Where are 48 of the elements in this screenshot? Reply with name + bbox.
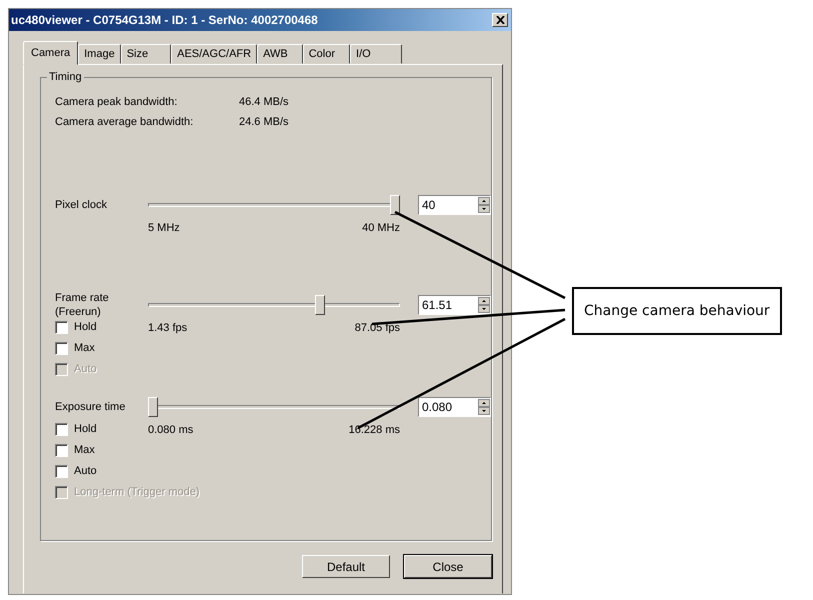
control-label: Pixel clock (55, 198, 108, 212)
control-label: (Freerun) (55, 305, 102, 319)
tab[interactable]: I/O (350, 44, 402, 64)
checkbox-label: Auto (74, 465, 97, 477)
tab[interactable]: AES/AGC/AFR (171, 44, 258, 64)
checkbox-label: Hold (74, 423, 97, 435)
checkbox-label: Max (74, 342, 95, 354)
max-label: 40 MHz (362, 222, 400, 236)
slider-track[interactable] (148, 397, 400, 417)
checkbox[interactable] (55, 422, 68, 436)
control-label: Exposure time (55, 400, 126, 414)
dialog-button[interactable]: Close (404, 555, 492, 578)
control-label: Frame rate (55, 291, 110, 305)
checkbox[interactable] (55, 444, 68, 456)
close-button[interactable] (492, 13, 508, 27)
slider-track[interactable] (148, 195, 400, 215)
spin-field[interactable]: 61.51 (418, 295, 491, 315)
tab[interactable]: Image (78, 44, 121, 64)
dialog-button[interactable]: Default (302, 555, 390, 578)
slider-track[interactable] (148, 295, 400, 315)
close-icon (496, 16, 504, 24)
spin-field[interactable]: 0.080 (418, 397, 491, 417)
tab[interactable]: Camera (23, 41, 78, 65)
tab[interactable]: Color (302, 44, 350, 64)
min-label: 1.43 fps (148, 322, 188, 336)
slider-thumb[interactable] (390, 195, 400, 215)
max-label: 16.228 ms (348, 424, 400, 438)
group-title: Timing (47, 71, 84, 83)
stat-value: 46.4 MB/s (239, 96, 289, 108)
spin-field[interactable]: 40 (418, 195, 491, 215)
checkbox-label: Long-term (Trigger mode) (74, 486, 200, 498)
stat-label: Camera peak bandwidth: (55, 96, 178, 108)
checkbox[interactable] (55, 342, 68, 354)
slider-thumb[interactable] (148, 397, 158, 417)
stat-label: Camera average bandwidth: (55, 116, 194, 128)
checkbox-label: Max (74, 444, 95, 456)
slider-thumb[interactable] (314, 295, 325, 315)
checkbox[interactable] (55, 320, 68, 334)
min-label: 0.080 ms (148, 424, 194, 438)
callout-box: Change camera behaviour (572, 287, 782, 335)
window-title: uc480viewer - C0754G13M - ID: 1 - SerNo: 4002700468 (11, 13, 318, 27)
tab[interactable]: Size (120, 44, 172, 64)
checkbox[interactable] (55, 464, 68, 478)
checkbox-label: Auto (74, 363, 97, 375)
tab[interactable]: AWB (257, 44, 303, 64)
min-label: 5 MHz (148, 222, 180, 236)
stat-value: 24.6 MB/s (239, 116, 289, 128)
checkbox-label: Hold (74, 321, 97, 333)
